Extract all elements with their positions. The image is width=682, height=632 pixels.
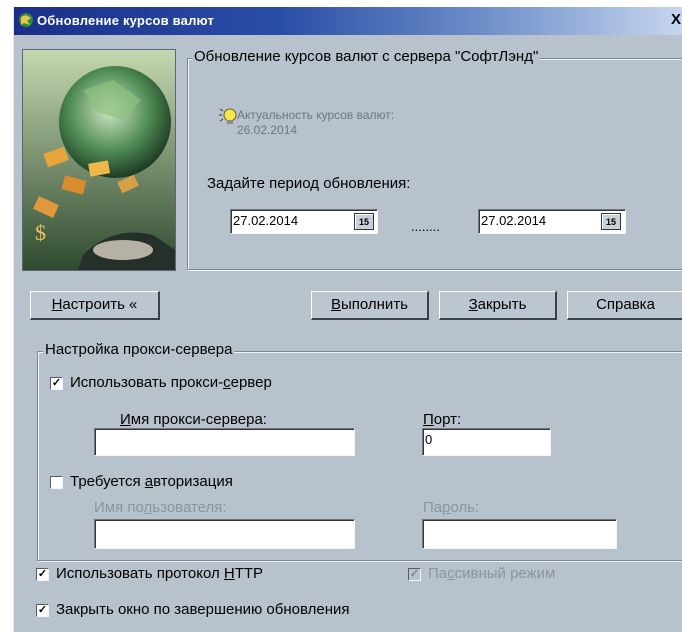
use-proxy-label[interactable]: Использовать прокси-сервер	[70, 374, 272, 391]
relevance-date: 26.02.2014	[237, 123, 298, 137]
close-on-finish-checkbox[interactable]: ✓	[36, 604, 49, 617]
close-on-finish-label[interactable]: Закрыть окно по завершению обновления	[56, 601, 350, 618]
close-button[interactable]: Закрыть	[439, 291, 557, 320]
calendar-to-button[interactable]: 15	[601, 213, 621, 230]
auth-required-checkbox[interactable]	[50, 476, 63, 489]
checkmark-icon: ✓	[37, 604, 48, 616]
checkmark-icon: ✓	[51, 377, 62, 389]
port-input[interactable]: 0	[422, 428, 551, 456]
passive-mode-label: Пассивный режим	[428, 565, 556, 582]
checkmark-icon: ✓	[409, 568, 420, 580]
lightbulb-icon	[219, 108, 237, 124]
server-update-legend: Обновление курсов валют с сервера "СофтЛ…	[192, 48, 541, 65]
port-label: Порт:	[423, 411, 462, 428]
relevance-label: Актуальность курсов валют:	[237, 108, 395, 122]
proxy-name-label: Имя прокси-сервера:	[120, 411, 267, 428]
username-input[interactable]	[94, 519, 355, 549]
auth-required-label[interactable]: Требуется авторизация	[70, 473, 233, 490]
title-bar[interactable]: Обновление курсов валют X	[14, 7, 682, 35]
period-label: Задайте период обновления:	[207, 175, 411, 192]
password-label: Пароль:	[423, 499, 480, 516]
password-input[interactable]	[422, 519, 617, 549]
use-proxy-checkbox[interactable]: ✓	[50, 377, 63, 390]
svg-text:$: $	[35, 220, 46, 245]
passive-mode-checkbox: ✓	[408, 568, 421, 581]
date-separator: ........	[411, 219, 440, 234]
close-window-button[interactable]: X	[671, 11, 682, 29]
globe-illustration: $	[23, 50, 175, 270]
currency-update-icon	[19, 13, 33, 27]
settings-button[interactable]: Настроить «	[30, 291, 160, 320]
checkmark-icon: ✓	[37, 568, 48, 580]
help-button[interactable]: Справка	[567, 291, 682, 320]
use-http-label[interactable]: Использовать протокол НТТР	[56, 565, 263, 582]
proxy-settings-legend: Настройка прокси-сервера	[43, 341, 235, 358]
proxy-name-input[interactable]	[94, 428, 355, 456]
update-rates-window: Обновление курсов валют X $ Обновление к…	[13, 7, 682, 632]
run-button[interactable]: Выполнить	[311, 291, 429, 320]
server-update-group	[187, 58, 682, 270]
username-label: Имя пользователя:	[94, 499, 227, 516]
banner-image: $	[22, 49, 176, 271]
calendar-from-button[interactable]: 15	[354, 213, 374, 230]
window-title: Обновление курсов валют	[37, 13, 215, 28]
use-http-checkbox[interactable]: ✓	[36, 568, 49, 581]
